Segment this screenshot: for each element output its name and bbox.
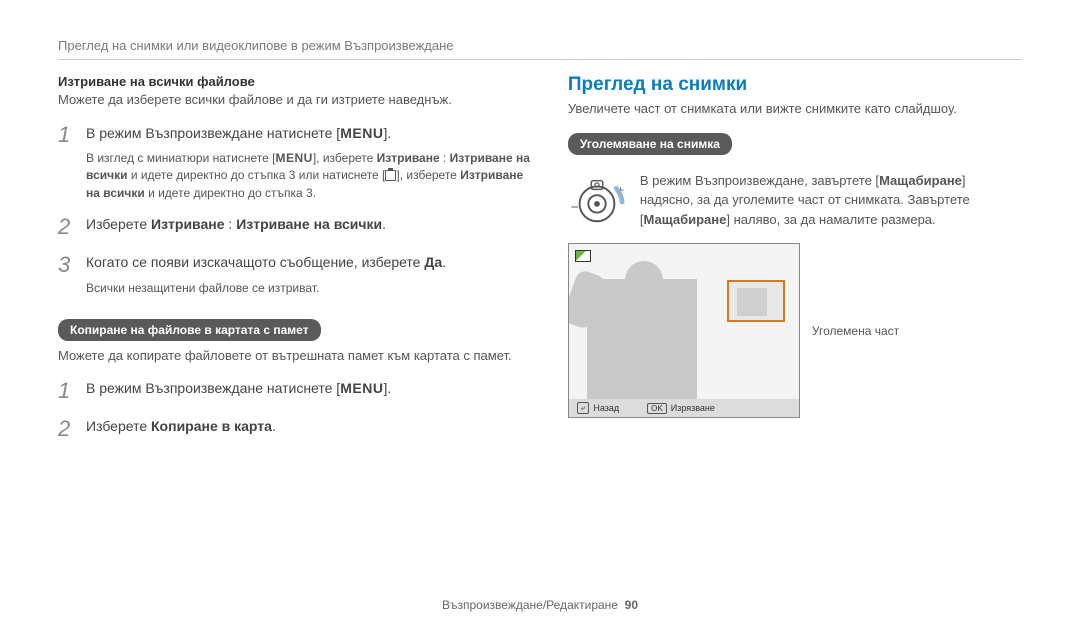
step-copy-1: 1 В режим Възпроизвеждане натиснете [MEN… [58, 378, 532, 404]
step-1-text-b: ]. [383, 125, 391, 141]
svg-text:−: − [571, 199, 579, 214]
delete-all-desc: Можете да изберете всички файлове и да г… [58, 91, 532, 110]
callout-label: Уголемена част [812, 324, 899, 338]
footer-section: Възпроизвеждане/Редактиране [442, 598, 618, 612]
screenshot-row: ⤶ Назад OK Изрязване Уголемена част [568, 243, 1022, 418]
callout-connector [799, 298, 800, 300]
back-label: Назад [593, 403, 619, 413]
page-title: Преглед на снимки [568, 74, 1022, 96]
step-1-note: В изглед с миниатюри натиснете [MENU], и… [86, 150, 532, 202]
right-column: Преглед на снимки Увеличете част от сним… [568, 74, 1022, 442]
screenshot-bottom-bar: ⤶ Назад OK Изрязване [569, 399, 799, 417]
zoom-description: В режим Възпроизвеждане, завъртете [Маща… [640, 171, 1022, 230]
step-number: 1 [58, 378, 76, 404]
step-number: 2 [58, 416, 76, 442]
content-columns: Изтриване на всички файлове Можете да из… [58, 74, 1022, 442]
ok-button[interactable]: OK Изрязване [647, 403, 715, 414]
zoom-dial-icon: + − [568, 171, 626, 229]
step-2: 2 Изберете Изтриване : Изтриване на всич… [58, 214, 532, 240]
ok-key-icon: OK [647, 403, 667, 414]
photo-icon [575, 250, 591, 262]
playback-screenshot: ⤶ Назад OK Изрязване [568, 243, 800, 418]
breadcrumb: Преглед на снимки или видеоклипове в реж… [58, 38, 1022, 60]
step-number: 3 [58, 252, 76, 278]
back-key-icon: ⤶ [577, 402, 589, 414]
heading-enlarge: Уголемяване на снимка [568, 133, 732, 155]
left-column: Изтриване на всички файлове Можете да из… [58, 74, 532, 442]
step-number: 2 [58, 214, 76, 240]
zoom-row: + − В режим Възпроизвеждане, завъртете [… [568, 171, 1022, 230]
step-1: 1 В режим Възпроизвеждане натиснете [MEN… [58, 122, 532, 148]
menu-label: MENU [340, 125, 383, 141]
step-3-note: Всички незащитени файлове се изтриват. [86, 280, 532, 297]
step-number: 1 [58, 122, 76, 148]
step-1-text-a: В режим Възпроизвеждане натиснете [ [86, 125, 340, 141]
step-copy-2: 2 Изберете Копиране в карта. [58, 416, 532, 442]
page-number: 90 [625, 598, 638, 612]
step-3: 3 Когато се появи изскачащото съобщение,… [58, 252, 532, 278]
trash-icon [385, 170, 396, 181]
back-button[interactable]: ⤶ Назад [577, 402, 619, 414]
silhouette-body [587, 279, 697, 399]
page-footer: Възпроизвеждане/Редактиране 90 [0, 598, 1080, 612]
heading-copy-files: Копиране на файлове в картата с памет [58, 319, 321, 341]
heading-delete-all: Изтриване на всички файлове [58, 74, 532, 89]
subtitle: Увеличете част от снимката или вижте сни… [568, 100, 1022, 119]
copy-desc: Можете да копирате файловете от вътрешна… [58, 347, 532, 366]
zoom-thumbnail [727, 280, 785, 322]
ok-label: Изрязване [671, 403, 715, 413]
